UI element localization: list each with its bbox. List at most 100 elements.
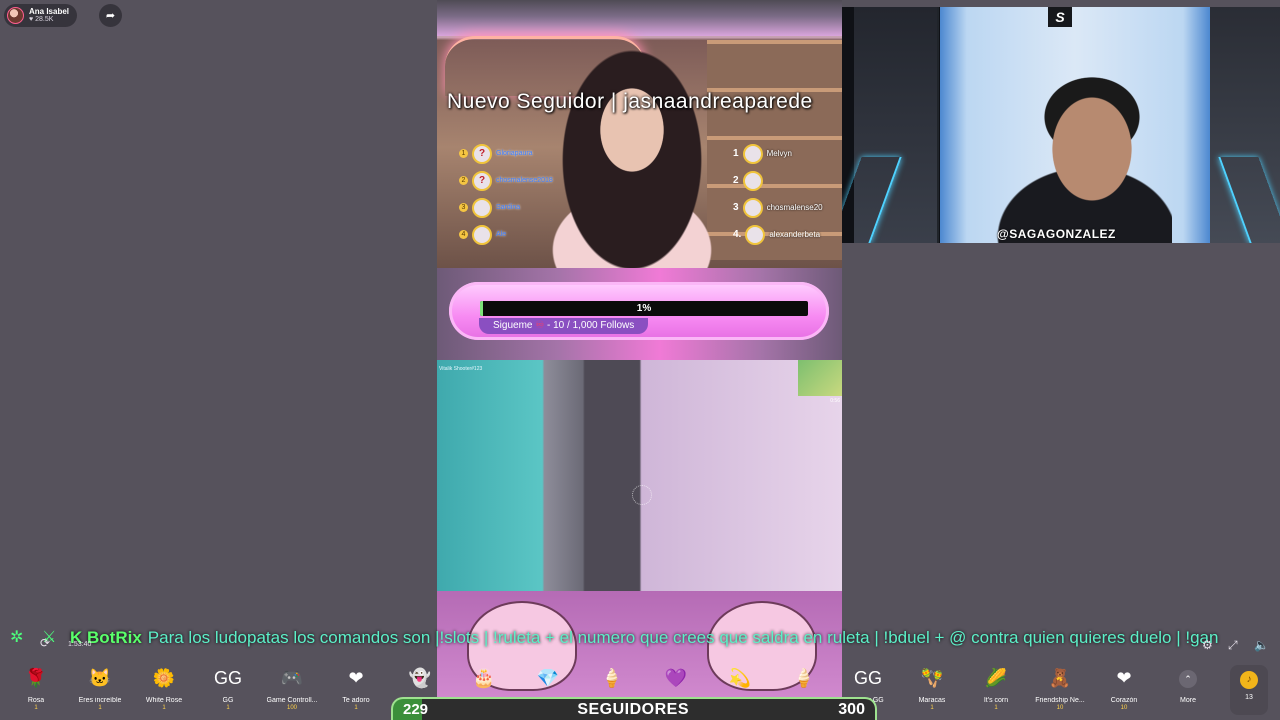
rank-medal: 1: [459, 149, 468, 158]
gifter-ranking-right: 1 Melvyn 2 3 chosmalense20 4. alexanderb…: [733, 140, 823, 248]
follow-goal-label: Sigueme ♾ - 10 / 1,000 Follows: [479, 318, 649, 334]
follow-goal-count: - 10 / 1,000 Follows: [547, 320, 635, 331]
coin-button[interactable]: ♪ 13: [1230, 665, 1268, 715]
rank-number: 2: [733, 175, 739, 186]
avatar: [745, 224, 766, 245]
gift-label: GG: [222, 697, 234, 704]
list-item: 2 ? chosmalense2018: [459, 167, 553, 194]
gift-item[interactable]: 🌽 It's corn 1: [964, 663, 1028, 718]
gift-icon: 👻: [408, 668, 432, 688]
stream-column: Nuevo Seguidor | jasnaandreaparede 1 ? G…: [437, 0, 842, 720]
gift-cost: 1: [994, 705, 998, 711]
gift-item[interactable]: 🐱 Eres increíble 1: [68, 663, 132, 718]
gift-item[interactable]: 🌹 Rosa 1: [4, 663, 68, 718]
list-item: 1 ? Gloriapaura: [459, 140, 553, 167]
host-likes: ♥ 28.5K: [29, 16, 54, 23]
rank-name: chosmalense2018: [496, 177, 553, 184]
gift-icon: 💎: [536, 668, 560, 688]
stream-timer: 1:53:40: [68, 641, 92, 648]
gift-icon: 🎮: [280, 668, 304, 688]
share-icon: ➦: [105, 10, 116, 22]
gift-label: Corazón: [1110, 697, 1138, 704]
host-chip[interactable]: Ana Isabel ♥ 28.5K: [4, 4, 78, 27]
gift-item[interactable]: 🧸 Friendship Ne... 10: [1028, 663, 1092, 718]
gift-icon: 💜: [664, 668, 688, 688]
follower-current: 229: [403, 701, 429, 718]
camera-top-band: [437, 0, 842, 36]
avatar: [472, 197, 492, 218]
coin-icon: ♪: [1240, 671, 1258, 689]
gift-label: Game Controll...: [266, 697, 318, 704]
facecam: S @SAGAGONZALEZ: [842, 7, 1280, 243]
rank-name: chosmalense20: [766, 203, 823, 212]
share-button[interactable]: ➦: [99, 4, 122, 27]
avatar: [742, 143, 763, 164]
gift-icon: GG: [853, 668, 882, 688]
gift-icon: ❤: [1116, 668, 1132, 688]
rank-medal: 4: [459, 230, 468, 239]
rank-name: Melvyn: [766, 149, 792, 158]
ticker-brand-name: BotRix: [87, 628, 142, 647]
gift-icon: ❤: [348, 668, 364, 688]
game-minimap: [798, 360, 842, 396]
puzzle-icon: ✲: [10, 629, 24, 646]
gift-icon: 💫: [728, 668, 752, 688]
host-info: Ana Isabel ♥ 28.5K: [29, 7, 69, 24]
settings-icon[interactable]: ⚙: [1202, 638, 1213, 652]
game-time: 0:56: [830, 398, 840, 404]
list-item: 3 Sardina: [459, 194, 553, 221]
gift-label: Te adoro: [342, 697, 370, 704]
host-likes-count: 28.5K: [35, 16, 54, 23]
gift-label: Eres increíble: [78, 697, 122, 704]
gift-icon: GG: [213, 668, 242, 688]
avatar: [472, 224, 492, 245]
list-item: 1 Melvyn: [733, 140, 823, 167]
gift-item[interactable]: 🌼 White Rose 1: [132, 663, 196, 718]
follow-goal-panel: 1% Sigueme ♾ - 10 / 1,000 Follows: [437, 268, 842, 360]
avatar: [742, 197, 763, 218]
avatar: ?: [472, 143, 492, 164]
gift-cost: 1: [226, 705, 230, 711]
chevron-up-icon: ⌃: [1179, 670, 1197, 688]
rank-medal: 3: [459, 203, 468, 212]
more-label: More: [1180, 697, 1196, 704]
gift-icon: 🎂: [472, 668, 496, 688]
gift-item[interactable]: 🎮 Game Controll... 100: [260, 663, 324, 718]
gift-label: Friendship Ne...: [1035, 697, 1085, 704]
follower-counter: 229 SEGUIDORES 300: [391, 697, 877, 720]
gift-item[interactable]: ❤ Corazón 10: [1092, 663, 1156, 718]
volume-icon[interactable]: 🔈: [1254, 638, 1269, 652]
refresh-icon[interactable]: ⟳: [40, 636, 50, 650]
gift-icon: 🧸: [1048, 668, 1072, 688]
gift-item[interactable]: GG GG 1: [196, 663, 260, 718]
rank-medal: 2: [459, 176, 468, 185]
facecam-handle: @SAGAGONZALEZ: [997, 227, 1116, 241]
gift-cost: 1: [98, 705, 102, 711]
gift-label: Rosa: [27, 697, 45, 704]
gift-label: It's corn: [983, 697, 1009, 704]
streamer-figure: [547, 50, 717, 268]
rank-number: 3: [733, 202, 739, 213]
gift-cost: 1: [930, 705, 934, 711]
host-avatar[interactable]: [7, 7, 24, 24]
gift-item[interactable]: 🪇 Maracas 1: [900, 663, 964, 718]
follow-goal-prefix: Sigueme: [493, 320, 533, 331]
avatar: [742, 170, 763, 191]
rank-number: 1: [733, 148, 739, 159]
follower-label: SEGUIDORES: [577, 700, 689, 718]
gift-icon: 🍦: [792, 668, 816, 688]
list-item: 2: [733, 167, 823, 194]
gift-icon: 🌹: [24, 668, 48, 688]
gift-cost: 100: [286, 705, 297, 711]
gift-icon: 🍦: [600, 668, 624, 688]
host-name: Ana Isabel: [29, 7, 70, 16]
expand-icon[interactable]: ⤢: [1228, 638, 1238, 653]
gift-cost: 1: [354, 705, 358, 711]
gift-icon: 🌼: [152, 668, 176, 688]
gift-icon: 🪇: [920, 668, 944, 688]
list-item: 4 Ale: [459, 221, 553, 248]
gift-icon: 🐱: [88, 668, 112, 688]
more-gifts-button[interactable]: ⌃ More: [1156, 663, 1220, 718]
gift-item[interactable]: ❤ Te adoro 1: [324, 663, 388, 718]
gift-cost: 10: [1056, 705, 1064, 711]
